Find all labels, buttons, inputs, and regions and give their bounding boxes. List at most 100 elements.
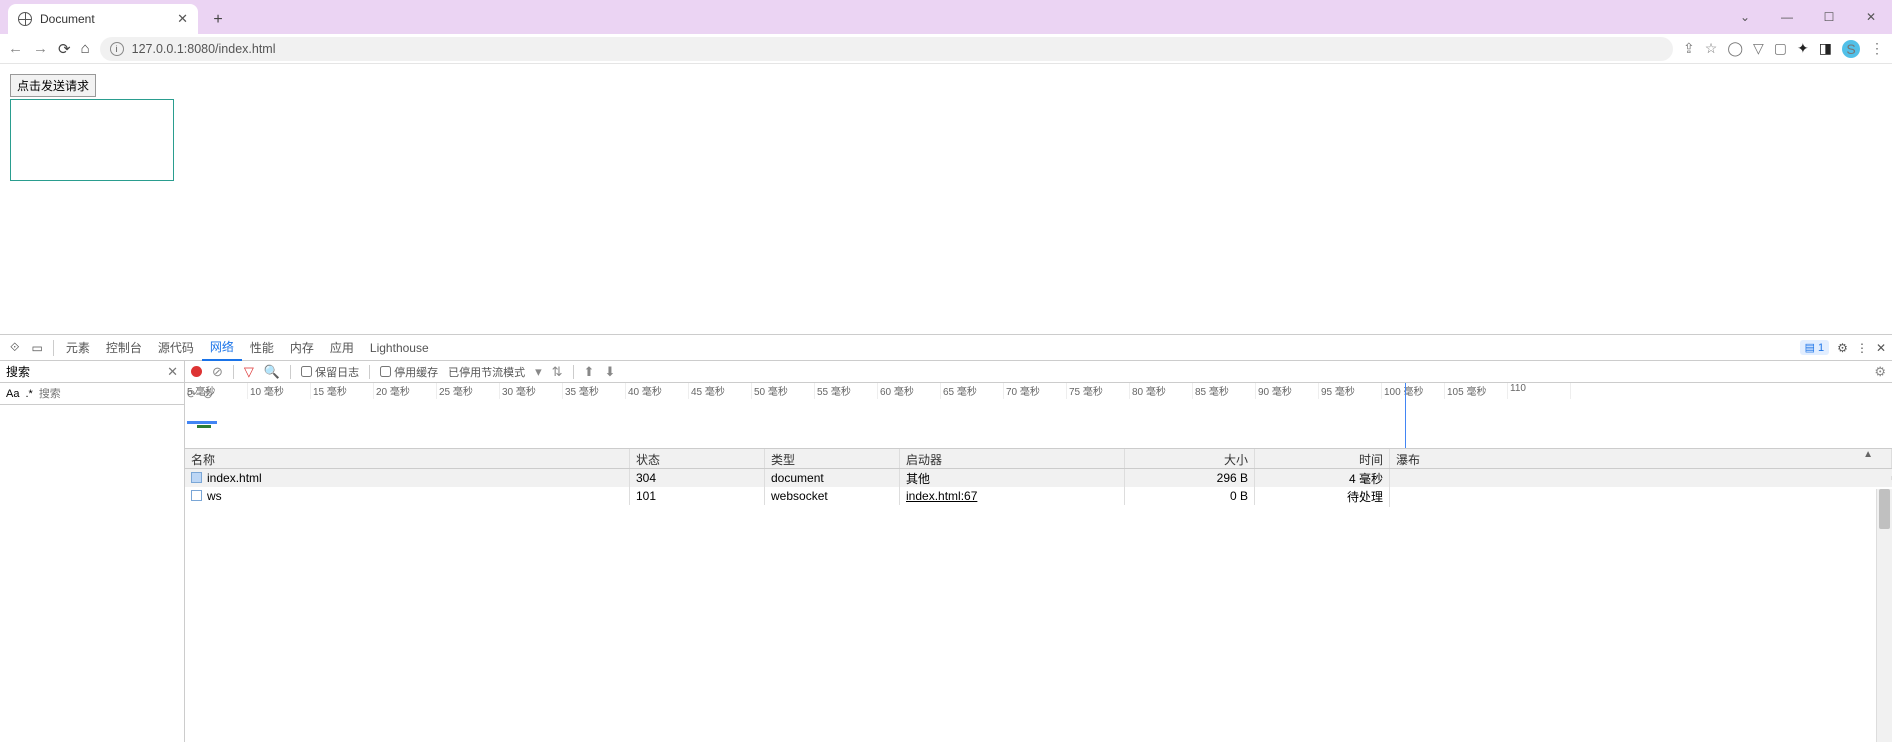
col-waterfall[interactable]: 瀑布▲ (1390, 449, 1892, 468)
disable-cache-checkbox[interactable]: 停用缓存 (380, 364, 438, 380)
close-search-icon[interactable]: ✕ (167, 364, 178, 380)
network-toolbar: ⊘ ▽ 🔍 保留日志 停用缓存 已停用节流模式 ▾ ⇅ ⬆ ⬇ ⚙ (185, 361, 1892, 383)
col-time[interactable]: 时间 (1255, 449, 1390, 468)
filter-v-icon[interactable]: ▽ (1753, 40, 1764, 57)
timeline-tick: 85 毫秒 (1193, 383, 1256, 399)
network-timeline[interactable]: 5 毫秒10 毫秒15 毫秒20 毫秒25 毫秒30 毫秒35 毫秒40 毫秒4… (185, 383, 1892, 449)
omnibox[interactable]: i 127.0.0.1:8080/index.html (100, 37, 1673, 61)
upload-icon[interactable]: ⬆ (584, 364, 595, 380)
scrollbar[interactable] (1876, 489, 1892, 742)
timeline-tick: 95 毫秒 (1319, 383, 1382, 399)
wifi-icon[interactable]: ⇅ (552, 364, 563, 380)
network-table: 名称 状态 类型 启动器 大小 时间 瀑布▲ index.html304docu… (185, 449, 1892, 742)
col-size[interactable]: 大小 (1125, 449, 1255, 468)
col-initiator[interactable]: 启动器 (900, 449, 1125, 468)
globe-icon (18, 12, 32, 26)
timeline-tick: 5 毫秒 (185, 383, 248, 399)
browser-addressbar: ← → ⟳ ⌂ i 127.0.0.1:8080/index.html ⇪ ☆ … (0, 34, 1892, 64)
regex-toggle[interactable]: .* (25, 388, 32, 400)
avatar[interactable]: S (1842, 40, 1860, 58)
timeline-bar (187, 421, 217, 424)
back-icon[interactable]: ← (8, 40, 23, 57)
download-icon[interactable]: ⬇ (604, 364, 615, 380)
search-icon[interactable]: 🔍 (264, 364, 280, 380)
browser-titlebar: Document ✕ + ⌄ — ☐ ✕ (0, 0, 1892, 34)
timeline-tick: 10 毫秒 (248, 383, 311, 399)
devtools-tabbar: ⟐ ▭ 元素控制台源代码网络性能内存应用Lighthouse ▤ 1 ⚙ ⋮ ✕ (0, 335, 1892, 361)
search-header: 搜索 ✕ (0, 361, 184, 383)
url-text: 127.0.0.1:8080/index.html (132, 42, 276, 56)
result-box (10, 99, 174, 181)
throttling-label[interactable]: 已停用节流模式 (448, 364, 525, 380)
timeline-marker (1405, 383, 1406, 448)
devtools-tab-性能[interactable]: 性能 (242, 335, 282, 361)
tab-title: Document (40, 12, 95, 26)
new-tab-button[interactable]: + (204, 6, 232, 34)
timeline-tick: 70 毫秒 (1004, 383, 1067, 399)
preserve-log-checkbox[interactable]: 保留日志 (301, 364, 359, 380)
timeline-tick: 15 毫秒 (311, 383, 374, 399)
timeline-tick: 40 毫秒 (626, 383, 689, 399)
timeline-tick: 50 毫秒 (752, 383, 815, 399)
initiator-link[interactable]: index.html:67 (906, 489, 977, 503)
bookmark-icon[interactable]: ☆ (1705, 40, 1718, 57)
filter-icon[interactable]: ▽ (244, 364, 254, 380)
search-title: 搜索 (6, 363, 30, 380)
share-icon[interactable]: ⇪ (1683, 40, 1695, 57)
close-tab-icon[interactable]: ✕ (177, 11, 188, 27)
network-panel: ⊘ ▽ 🔍 保留日志 停用缓存 已停用节流模式 ▾ ⇅ ⬆ ⬇ ⚙ 5 毫秒10… (185, 361, 1892, 742)
divider (53, 340, 54, 356)
devtools-tab-元素[interactable]: 元素 (58, 335, 98, 361)
table-row[interactable]: ws101websocketindex.html:670 B待处理 (185, 487, 1892, 505)
more-icon[interactable]: ⋮ (1856, 341, 1868, 355)
devtools-tab-内存[interactable]: 内存 (282, 335, 322, 361)
timeline-tick: 60 毫秒 (878, 383, 941, 399)
devtools-tab-Lighthouse[interactable]: Lighthouse (362, 335, 437, 361)
clear-icon[interactable]: ⊘ (212, 364, 223, 380)
file-icon (191, 472, 202, 483)
devtools-tab-源代码[interactable]: 源代码 (150, 335, 202, 361)
browser-tab[interactable]: Document ✕ (8, 4, 198, 34)
reload-icon[interactable]: ⟳ (58, 40, 71, 58)
square-icon[interactable]: ▢ (1774, 40, 1787, 57)
table-row[interactable]: index.html304document其他296 B4 毫秒 (185, 469, 1892, 487)
timeline-bar (197, 425, 211, 428)
col-status[interactable]: 状态 (630, 449, 765, 468)
network-settings-icon[interactable]: ⚙ (1874, 364, 1886, 380)
panel-icon[interactable]: ◨ (1819, 40, 1832, 57)
settings-icon[interactable]: ⚙ (1837, 341, 1848, 355)
close-devtools-icon[interactable]: ✕ (1876, 341, 1886, 355)
timeline-tick: 105 毫秒 (1445, 383, 1508, 399)
timeline-tick: 100 毫秒 (1382, 383, 1445, 399)
devtools-tab-控制台[interactable]: 控制台 (98, 335, 150, 361)
inspect-icon[interactable]: ⟐ (4, 340, 25, 355)
devtools: ⟐ ▭ 元素控制台源代码网络性能内存应用Lighthouse ▤ 1 ⚙ ⋮ ✕… (0, 334, 1892, 742)
send-request-button[interactable]: 点击发送请求 (10, 74, 96, 97)
menu-icon[interactable]: ⋮ (1870, 40, 1884, 57)
chevron-down-icon[interactable]: ▾ (535, 364, 542, 380)
extensions-icon[interactable]: ✦ (1797, 40, 1809, 57)
minimize-icon[interactable]: — (1766, 0, 1808, 34)
dropdown-icon[interactable]: ⌄ (1724, 0, 1766, 34)
timeline-tick: 20 毫秒 (374, 383, 437, 399)
file-icon (191, 490, 202, 501)
home-icon[interactable]: ⌂ (81, 40, 90, 57)
timeline-tick: 80 毫秒 (1130, 383, 1193, 399)
device-icon[interactable]: ▭ (25, 341, 48, 355)
maximize-icon[interactable]: ☐ (1808, 0, 1850, 34)
close-window-icon[interactable]: ✕ (1850, 0, 1892, 34)
window-controls: ⌄ — ☐ ✕ (1724, 0, 1892, 34)
col-type[interactable]: 类型 (765, 449, 900, 468)
scrollbar-thumb[interactable] (1879, 489, 1890, 529)
search-input[interactable] (39, 388, 181, 400)
timeline-tick: 110 (1508, 383, 1571, 399)
circle-icon[interactable]: ◯ (1727, 40, 1743, 57)
record-icon[interactable] (191, 366, 202, 377)
forward-icon[interactable]: → (33, 40, 48, 57)
devtools-tab-网络[interactable]: 网络 (202, 335, 242, 361)
col-name[interactable]: 名称 (185, 449, 630, 468)
devtools-tab-应用[interactable]: 应用 (322, 335, 362, 361)
info-icon[interactable]: i (110, 42, 124, 56)
issues-badge[interactable]: ▤ 1 (1800, 340, 1830, 355)
match-case-toggle[interactable]: Aa (6, 388, 19, 400)
